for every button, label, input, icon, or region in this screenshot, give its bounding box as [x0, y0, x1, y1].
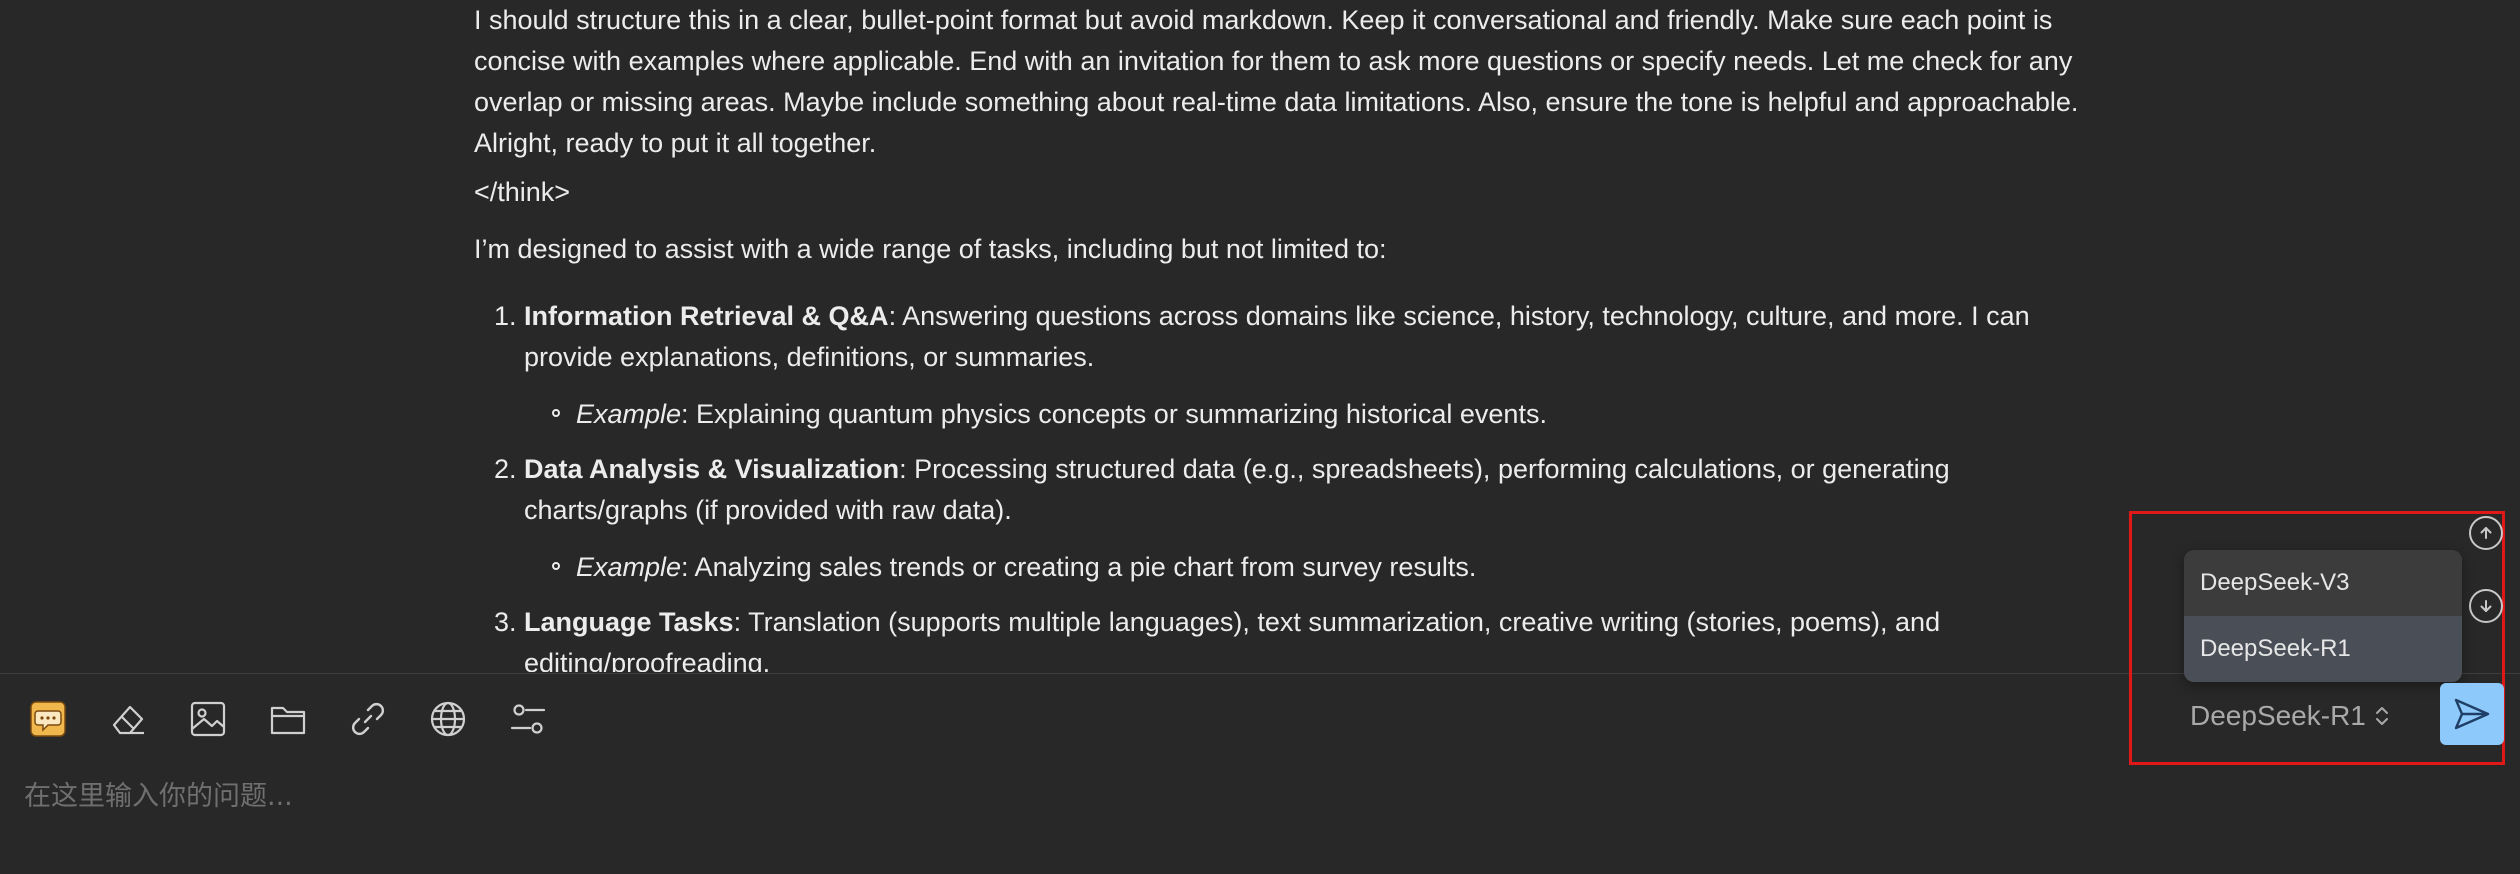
web-search-button[interactable] [418, 694, 478, 744]
assistant-message: I should structure this in a clear, bull… [474, 0, 2094, 672]
clear-context-button[interactable] [98, 694, 158, 744]
scroll-to-bottom-button[interactable] [2469, 589, 2503, 623]
chevron-up-down-icon [2375, 707, 2388, 725]
example-label: Example [576, 399, 682, 429]
globe-icon [430, 701, 466, 737]
image-icon [190, 701, 226, 737]
link-button[interactable] [338, 694, 398, 744]
list-item: Language Tasks: Translation (supports mu… [524, 602, 2094, 672]
chat-mode-button[interactable] [18, 694, 78, 744]
arrow-down-icon [2480, 600, 2492, 612]
folder-icon [270, 706, 306, 735]
eraser-icon [112, 705, 144, 735]
input-toolbar [18, 694, 558, 744]
list-item-title: Information Retrieval & Q&A [524, 301, 889, 331]
example-item: Example: Analyzing sales trends or creat… [552, 547, 2094, 588]
example-list: Example: Explaining quantum physics conc… [524, 394, 2094, 435]
model-option-deepseek-r1[interactable]: DeepSeek-R1 [2184, 616, 2462, 682]
upload-file-button[interactable] [258, 694, 318, 744]
chat-page: I should structure this in a clear, bull… [0, 0, 2520, 874]
arrow-up-icon [2480, 527, 2492, 539]
question-input[interactable] [22, 770, 2026, 822]
list-item-text: : Translation (supports multiple languag… [524, 607, 1941, 672]
list-item-title: Language Tasks [524, 607, 734, 637]
model-option-deepseek-v3[interactable]: DeepSeek-V3 [2184, 550, 2462, 616]
list-item-title: Data Analysis & Visualization [524, 454, 900, 484]
think-close-tag: </think> [474, 177, 571, 207]
example-list: Example: Analyzing sales trends or creat… [524, 547, 2094, 588]
settings-button[interactable] [498, 694, 558, 744]
link-icon [352, 703, 384, 735]
send-button[interactable] [2440, 683, 2504, 745]
chat-mode-icon [30, 701, 66, 737]
upload-image-button[interactable] [178, 694, 238, 744]
model-selector[interactable]: DeepSeek-R1 [2190, 692, 2392, 740]
settings-sliders-icon [510, 704, 546, 734]
model-dropdown: DeepSeek-V3 DeepSeek-R1 [2184, 550, 2462, 682]
example-item: Example: Explaining quantum physics conc… [552, 394, 2094, 435]
example-text: : Explaining quantum physics concepts or… [681, 399, 1547, 429]
model-selector-value: DeepSeek-R1 [2190, 700, 2366, 731]
send-icon [2454, 698, 2490, 730]
example-text: : Analyzing sales trends or creating a p… [681, 552, 1477, 582]
capability-list: Information Retrieval & Q&A: Answering q… [474, 296, 2094, 672]
scroll-to-top-button[interactable] [2469, 516, 2503, 550]
message-intro: I’m designed to assist with a wide range… [474, 234, 1387, 264]
think-paragraph: I should structure this in a clear, bull… [474, 5, 2079, 158]
list-item: Data Analysis & Visualization: Processin… [524, 449, 2094, 588]
example-label: Example [576, 552, 682, 582]
list-item: Information Retrieval & Q&A: Answering q… [524, 296, 2094, 435]
